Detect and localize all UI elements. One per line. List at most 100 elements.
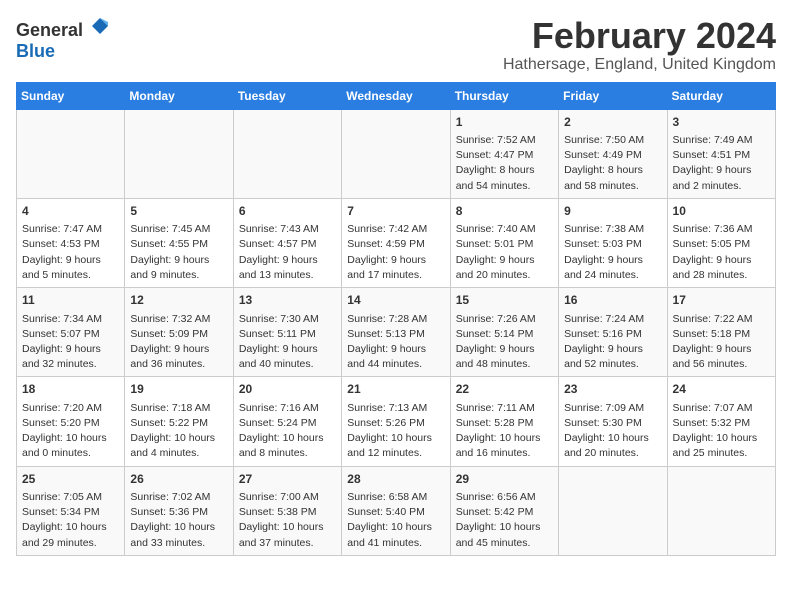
- logo: General Blue: [16, 16, 110, 62]
- day-number: 22: [456, 381, 553, 398]
- day-number: 25: [22, 471, 119, 488]
- calendar-week-row: 25 Sunrise: 7:05 AMSunset: 5:34 PMDayligh…: [17, 466, 776, 555]
- table-row: 14 Sunrise: 7:28 AMSunset: 5:13 PMDayligh…: [342, 288, 450, 377]
- day-number: 11: [22, 292, 119, 309]
- table-row: 11Sunrise: 7:34 AMSunset: 5:07 PMDayligh…: [17, 288, 125, 377]
- calendar-week-row: 18 Sunrise: 7:20 AMSunset: 5:20 PMDayligh…: [17, 377, 776, 466]
- col-sunday: Sunday: [17, 82, 125, 109]
- day-info: Sunrise: 7:38 AMSunset: 5:03 PMDaylight:…: [564, 222, 661, 283]
- table-row: 29Sunrise: 6:56 AMSunset: 5:42 PMDayligh…: [450, 466, 558, 555]
- day-info: Sunrise: 7:50 AMSunset: 4:49 PMDaylight:…: [564, 133, 661, 194]
- day-number: 16: [564, 292, 661, 309]
- day-info: Sunrise: 7:45 AMSunset: 4:55 PMDaylight:…: [130, 222, 227, 283]
- title-area: February 2024 Hathersage, England, Unite…: [503, 16, 776, 74]
- logo-icon: [90, 16, 110, 36]
- day-number: 10: [673, 203, 770, 220]
- day-number: 2: [564, 114, 661, 131]
- table-row: 12 Sunrise: 7:32 AMSunset: 5:09 PMDayligh…: [125, 288, 233, 377]
- day-number: 18: [22, 381, 119, 398]
- logo-text: General Blue: [16, 16, 110, 62]
- day-number: 26: [130, 471, 227, 488]
- day-number: 4: [22, 203, 119, 220]
- day-number: 9: [564, 203, 661, 220]
- table-row: 23Sunrise: 7:09 AMSunset: 5:30 PMDayligh…: [559, 377, 667, 466]
- day-info: Sunrise: 7:30 AMSunset: 5:11 PMDaylight:…: [239, 312, 336, 373]
- table-row: 17Sunrise: 7:22 AMSunset: 5:18 PMDayligh…: [667, 288, 775, 377]
- table-row: 2 Sunrise: 7:50 AMSunset: 4:49 PMDaylight…: [559, 109, 667, 198]
- day-info: Sunrise: 7:22 AMSunset: 5:18 PMDaylight:…: [673, 312, 770, 373]
- table-row: 3 Sunrise: 7:49 AMSunset: 4:51 PMDaylight…: [667, 109, 775, 198]
- table-row: 20 Sunrise: 7:16 AMSunset: 5:24 PMDayligh…: [233, 377, 341, 466]
- logo-general: General: [16, 20, 83, 40]
- day-number: 5: [130, 203, 227, 220]
- table-row: 6 Sunrise: 7:43 AMSunset: 4:57 PMDaylight…: [233, 198, 341, 287]
- table-row: 4Sunrise: 7:47 AMSunset: 4:53 PMDaylight…: [17, 198, 125, 287]
- calendar-table: Sunday Monday Tuesday Wednesday Thursday…: [16, 82, 776, 556]
- table-row: 1 Sunrise: 7:52 AMSunset: 4:47 PMDaylight…: [450, 109, 558, 198]
- page-header: General Blue February 2024 Hathersage, E…: [16, 16, 776, 74]
- day-info: Sunrise: 7:20 AMSunset: 5:20 PMDaylight:…: [22, 401, 119, 462]
- day-info: Sunrise: 7:11 AMSunset: 5:28 PMDaylight:…: [456, 401, 553, 462]
- table-row: 27 Sunrise: 7:00 AMSunset: 5:38 PMDayligh…: [233, 466, 341, 555]
- day-info: Sunrise: 7:07 AMSunset: 5:32 PMDaylight:…: [673, 401, 770, 462]
- calendar-header-row: Sunday Monday Tuesday Wednesday Thursday…: [17, 82, 776, 109]
- day-number: 20: [239, 381, 336, 398]
- logo-blue: Blue: [16, 41, 55, 61]
- day-number: 24: [673, 381, 770, 398]
- day-number: 7: [347, 203, 444, 220]
- day-number: 27: [239, 471, 336, 488]
- day-info: Sunrise: 7:52 AMSunset: 4:47 PMDaylight:…: [456, 133, 553, 194]
- table-row: 21Sunrise: 7:13 AMSunset: 5:26 PMDayligh…: [342, 377, 450, 466]
- day-info: Sunrise: 7:43 AMSunset: 4:57 PMDaylight:…: [239, 222, 336, 283]
- day-number: 8: [456, 203, 553, 220]
- day-info: Sunrise: 7:28 AMSunset: 5:13 PMDaylight:…: [347, 312, 444, 373]
- day-info: Sunrise: 7:09 AMSunset: 5:30 PMDaylight:…: [564, 401, 661, 462]
- table-row: 5 Sunrise: 7:45 AMSunset: 4:55 PMDaylight…: [125, 198, 233, 287]
- table-row: 16 Sunrise: 7:24 AMSunset: 5:16 PMDayligh…: [559, 288, 667, 377]
- col-monday: Monday: [125, 82, 233, 109]
- table-row: 10 Sunrise: 7:36 AMSunset: 5:05 PMDayligh…: [667, 198, 775, 287]
- table-row: 26 Sunrise: 7:02 AMSunset: 5:36 PMDayligh…: [125, 466, 233, 555]
- day-number: 3: [673, 114, 770, 131]
- month-title: February 2024: [503, 16, 776, 56]
- calendar-week-row: 1 Sunrise: 7:52 AMSunset: 4:47 PMDaylight…: [17, 109, 776, 198]
- day-info: Sunrise: 7:00 AMSunset: 5:38 PMDaylight:…: [239, 490, 336, 551]
- table-row: 8Sunrise: 7:40 AMSunset: 5:01 PMDaylight…: [450, 198, 558, 287]
- day-info: Sunrise: 7:24 AMSunset: 5:16 PMDaylight:…: [564, 312, 661, 373]
- day-info: Sunrise: 7:18 AMSunset: 5:22 PMDaylight:…: [130, 401, 227, 462]
- day-info: Sunrise: 6:58 AMSunset: 5:40 PMDaylight:…: [347, 490, 444, 551]
- table-row: 22 Sunrise: 7:11 AMSunset: 5:28 PMDayligh…: [450, 377, 558, 466]
- day-number: 21: [347, 381, 444, 398]
- table-row: 15Sunrise: 7:26 AMSunset: 5:14 PMDayligh…: [450, 288, 558, 377]
- day-number: 29: [456, 471, 553, 488]
- table-row: [342, 109, 450, 198]
- calendar-week-row: 11Sunrise: 7:34 AMSunset: 5:07 PMDayligh…: [17, 288, 776, 377]
- day-number: 14: [347, 292, 444, 309]
- location-title: Hathersage, England, United Kingdom: [503, 56, 776, 74]
- day-number: 13: [239, 292, 336, 309]
- day-number: 1: [456, 114, 553, 131]
- table-row: [17, 109, 125, 198]
- day-info: Sunrise: 7:02 AMSunset: 5:36 PMDaylight:…: [130, 490, 227, 551]
- day-info: Sunrise: 7:26 AMSunset: 5:14 PMDaylight:…: [456, 312, 553, 373]
- day-info: Sunrise: 7:36 AMSunset: 5:05 PMDaylight:…: [673, 222, 770, 283]
- table-row: [559, 466, 667, 555]
- table-row: 25 Sunrise: 7:05 AMSunset: 5:34 PMDayligh…: [17, 466, 125, 555]
- table-row: 7 Sunrise: 7:42 AMSunset: 4:59 PMDaylight…: [342, 198, 450, 287]
- table-row: 24 Sunrise: 7:07 AMSunset: 5:32 PMDayligh…: [667, 377, 775, 466]
- day-number: 28: [347, 471, 444, 488]
- day-number: 12: [130, 292, 227, 309]
- col-friday: Friday: [559, 82, 667, 109]
- day-number: 6: [239, 203, 336, 220]
- table-row: 28 Sunrise: 6:58 AMSunset: 5:40 PMDayligh…: [342, 466, 450, 555]
- day-info: Sunrise: 7:49 AMSunset: 4:51 PMDaylight:…: [673, 133, 770, 194]
- day-info: Sunrise: 7:32 AMSunset: 5:09 PMDaylight:…: [130, 312, 227, 373]
- col-thursday: Thursday: [450, 82, 558, 109]
- table-row: 19Sunrise: 7:18 AMSunset: 5:22 PMDayligh…: [125, 377, 233, 466]
- table-row: [233, 109, 341, 198]
- col-tuesday: Tuesday: [233, 82, 341, 109]
- col-saturday: Saturday: [667, 82, 775, 109]
- day-info: Sunrise: 7:42 AMSunset: 4:59 PMDaylight:…: [347, 222, 444, 283]
- day-info: Sunrise: 7:05 AMSunset: 5:34 PMDaylight:…: [22, 490, 119, 551]
- day-info: Sunrise: 7:16 AMSunset: 5:24 PMDaylight:…: [239, 401, 336, 462]
